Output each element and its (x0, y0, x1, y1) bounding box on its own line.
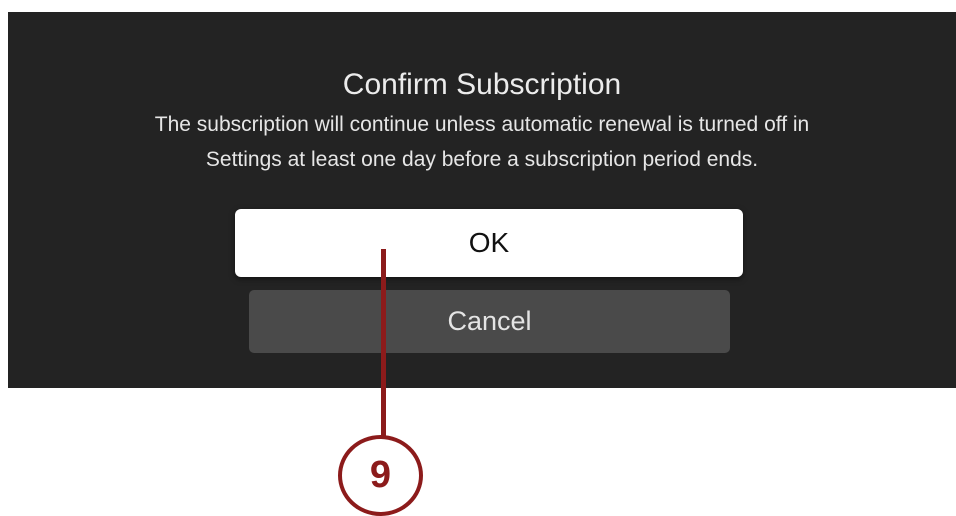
ok-button[interactable]: OK (235, 209, 743, 277)
dialog-title: Confirm Subscription (342, 68, 622, 101)
confirm-subscription-dialog: Confirm Subscription The subscription wi… (8, 12, 956, 388)
callout-pointer-line (381, 249, 386, 438)
cancel-button[interactable]: Cancel (249, 290, 730, 353)
dialog-message-line-2: Settings at least one day before a subsc… (205, 148, 759, 171)
dialog-message-line-1: The subscription will continue unless au… (154, 113, 810, 136)
callout-number-badge: 9 (338, 435, 423, 516)
dialog-message: The subscription will continue unless au… (8, 107, 956, 177)
